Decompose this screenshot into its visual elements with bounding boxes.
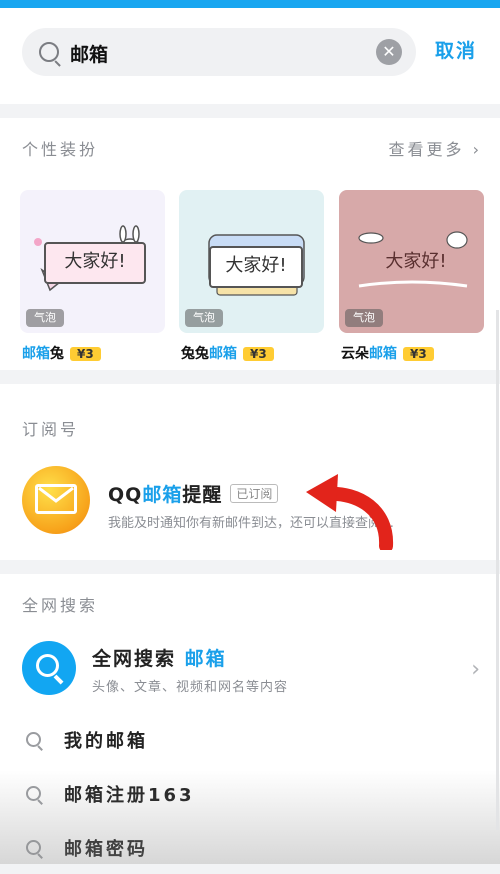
bubble-preview: 大家好!	[209, 246, 303, 288]
clear-icon[interactable]: ✕	[376, 39, 402, 65]
search-header: 邮箱 ✕ 取消	[0, 8, 500, 104]
web-search-main[interactable]: 全网搜索 邮箱	[92, 644, 227, 671]
price-badge: ¥3	[243, 347, 274, 361]
bubble-preview: 大家好!	[385, 251, 447, 272]
mail-icon[interactable]	[22, 466, 90, 534]
decor-card-2-label[interactable]: 兔兔邮箱 ¥3	[181, 343, 274, 363]
decor-card-3[interactable]: 大家好! 气泡	[339, 190, 484, 333]
bubble-preview: 大家好!	[44, 242, 146, 284]
subscription-section-title: 订阅号	[22, 420, 80, 439]
subscription-desc: 我能及时通知你有新邮件到达，还可以直接查阅…	[108, 516, 395, 531]
red-arrow-annotation	[306, 474, 394, 550]
see-more-link[interactable]: 查看更多 ›	[389, 136, 483, 160]
bubble-tag: 气泡	[26, 309, 64, 327]
search-icon	[26, 786, 41, 801]
price-badge: ¥3	[403, 347, 434, 361]
bubble-tag: 气泡	[185, 309, 223, 327]
price-badge: ¥3	[70, 347, 101, 361]
search-icon	[26, 732, 41, 747]
top-accent-bar	[0, 0, 500, 8]
decor-section-title: 个性装扮	[22, 140, 99, 159]
decor-card-2[interactable]: 大家好! 气泡	[179, 190, 324, 333]
web-search-icon[interactable]	[22, 641, 76, 695]
bubble-tag: 气泡	[345, 309, 383, 327]
chevron-right-icon[interactable]: ›	[471, 657, 480, 682]
scrollbar[interactable]	[496, 310, 499, 830]
decor-card-1[interactable]: 大家好! 气泡	[20, 190, 165, 333]
cancel-button[interactable]: 取消	[435, 36, 477, 63]
web-search-section-title: 全网搜索	[22, 596, 99, 615]
decor-card-1-label[interactable]: 邮箱兔 ¥3	[22, 343, 101, 363]
search-query[interactable]: 邮箱	[70, 40, 108, 67]
search-input[interactable]: 邮箱 ✕	[22, 28, 416, 76]
search-icon	[39, 42, 59, 62]
suggestion-item[interactable]: 我的邮箱	[0, 712, 500, 766]
web-search-sub: 头像、文章、视频和网名等内容	[92, 680, 289, 695]
suggestion-item[interactable]: 邮箱密码	[0, 820, 500, 874]
search-icon	[26, 840, 41, 855]
subscription-name[interactable]: QQ邮箱提醒 已订阅	[108, 480, 279, 507]
suggestion-item[interactable]: 邮箱注册163	[0, 766, 500, 820]
decor-card-3-label[interactable]: 云朵邮箱 ¥3	[341, 343, 434, 363]
subscribed-badge: 已订阅	[230, 484, 279, 503]
